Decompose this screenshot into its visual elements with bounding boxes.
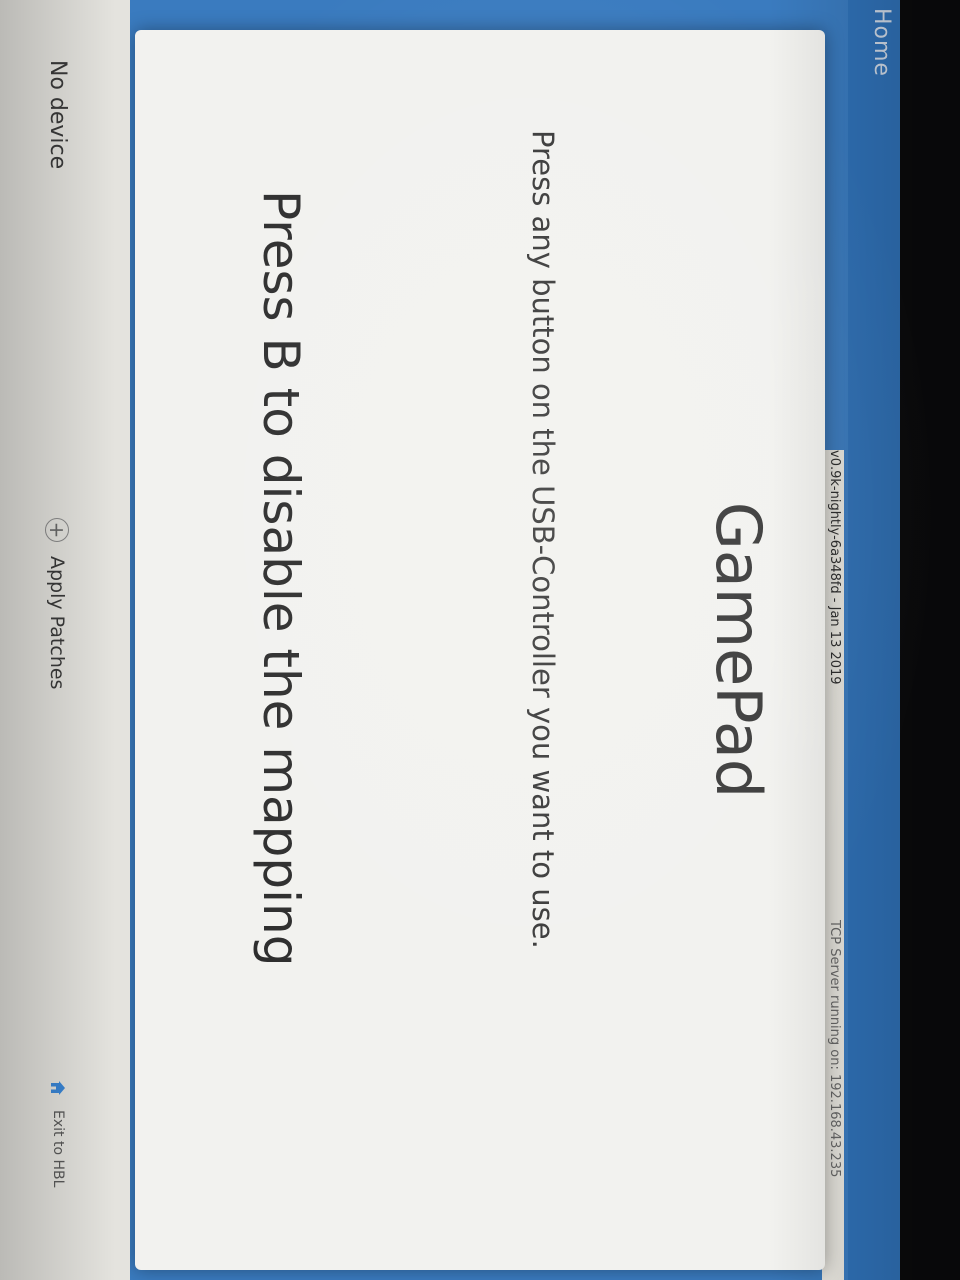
top-bar: Home <box>848 0 900 1280</box>
plus-icon: + <box>45 518 69 542</box>
disable-mapping-hint: Press B to disable the mapping <box>252 190 310 967</box>
apply-patches-button[interactable]: + Apply Patches <box>42 518 72 689</box>
exit-to-hbl-label: Exit to HBL <box>50 1110 66 1188</box>
dialog-message: Press any button on the USB-Controller y… <box>526 130 560 949</box>
dialog-title: GamePad <box>702 501 775 799</box>
gamepad-dialog: GamePad Press any button on the USB-Cont… <box>135 30 825 1270</box>
bottom-bar: No device + Apply Patches Exit to HBL <box>0 0 130 1280</box>
app-screen: Home v0.9k-nightly-6a348fd - Jan 13 2019… <box>0 0 900 1280</box>
home-tab[interactable]: Home <box>869 8 894 77</box>
home-icon <box>51 1081 65 1095</box>
exit-to-hbl-button[interactable]: Exit to HBL <box>50 1080 66 1187</box>
device-status: No device <box>45 60 70 170</box>
apply-patches-label: Apply Patches <box>46 556 68 690</box>
tcp-server-status: TCP Server running on: 192.168.43.235 <box>827 920 842 1178</box>
version-label: v0.9k-nightly-6a348fd - Jan 13 2019 <box>827 450 842 685</box>
